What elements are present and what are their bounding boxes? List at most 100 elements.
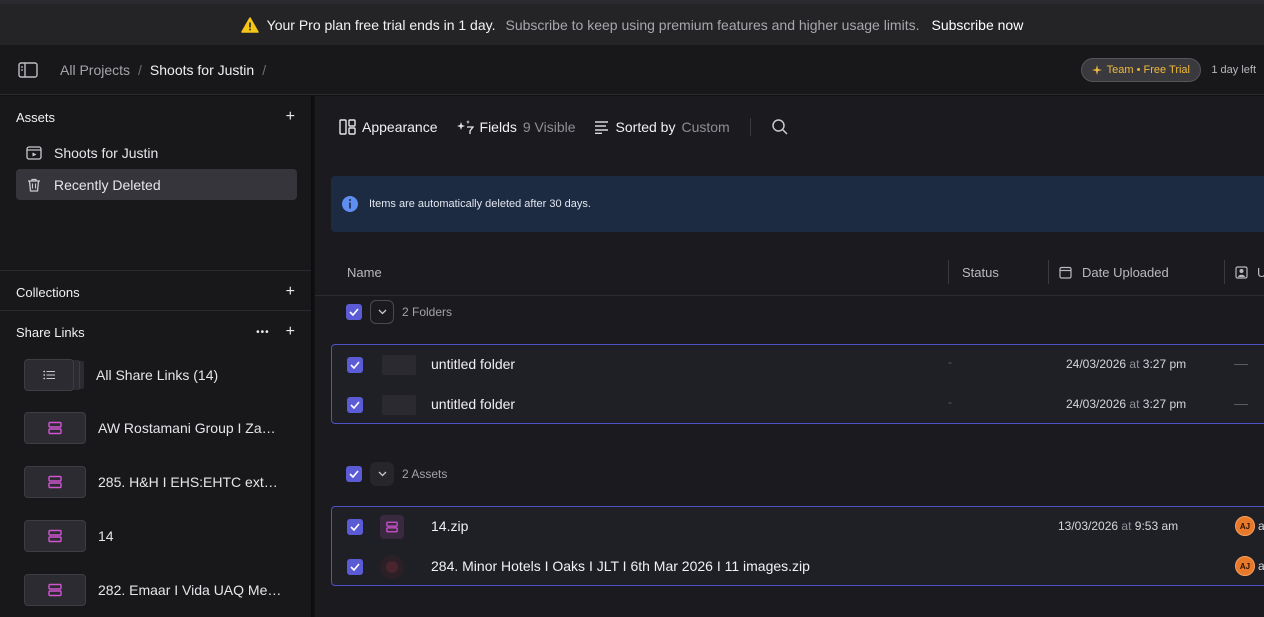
row-date-value: 24/03/2026 [1066,397,1127,411]
add-asset-button[interactable]: + [286,109,295,125]
archive-icon [386,521,398,533]
breadcrumb-separator: / [138,61,142,78]
sort-lines-icon [594,121,608,134]
collapse-folders-button[interactable] [370,300,394,324]
trial-banner: Your Pro plan free trial ends in 1 day. … [0,4,1264,45]
folder-thumbnail [382,355,416,375]
select-assets-checkbox[interactable] [346,466,362,482]
column-resize-handle[interactable] [948,260,949,284]
row-date-value: 13/03/2026 [1058,519,1119,533]
collapse-assets-button[interactable] [370,462,394,486]
column-resize-handle[interactable] [1224,260,1225,284]
table-row[interactable]: 284. Minor Hotels I Oaks I JLT I 6th Mar… [332,547,1264,587]
check-icon [349,308,359,316]
collections-section-header: Collections + [16,284,295,300]
column-uploader[interactable]: U [1257,265,1264,280]
share-link-label: AW Rostamani Group I Zam ... [98,420,283,436]
fields-button[interactable]: Fields 9 Visible [456,119,576,135]
column-name[interactable]: Name [347,265,382,280]
share-link-label: 285. H&H I EHS:EHTC exteri... [98,474,283,490]
sidebar-item-recently-deleted[interactable]: Recently Deleted [16,169,297,200]
share-link-label: 282. Emaar I Vida UAQ Meeti... [98,582,283,598]
share-link-item[interactable]: AW Rostamani Group I Zam ... [24,410,304,446]
sort-button[interactable]: Sorted by Custom [594,119,730,135]
banner-message: Your Pro plan free trial ends in 1 day. [266,16,496,33]
select-folders-checkbox[interactable] [346,304,362,320]
appearance-button[interactable]: Appearance [339,119,438,135]
check-icon [349,470,359,478]
fields-label: Fields [479,119,517,135]
row-checkbox[interactable] [347,559,363,575]
add-collection-button[interactable]: + [286,284,295,300]
auto-delete-text: Items are automatically deleted after 30… [369,198,591,210]
sidebar-item-label: Shoots for Justin [54,144,159,161]
info-icon [342,196,358,212]
column-date-uploaded[interactable]: Date Uploaded [1082,265,1169,280]
row-time-value: 9:53 am [1134,519,1179,533]
share-link-thumbnail [24,412,86,444]
banner-submessage: Subscribe to keep using premium features… [505,16,920,33]
share-link-label: 14 [98,528,114,544]
table-row[interactable]: untitled folder - 24/03/2026 at 3:27 pm [332,385,1264,425]
breadcrumb-separator: / [262,61,267,78]
sidebar-toggle-icon[interactable] [18,61,38,78]
fields-sparkle-icon [456,120,474,134]
share-link-item[interactable]: 285. H&H I EHS:EHTC exteri... [24,464,304,500]
table-row[interactable]: untitled folder - 24/03/2026 at 3:27 pm [332,345,1264,385]
sparkle-icon [1091,65,1102,75]
row-time-value: 3:27 pm [1142,397,1187,411]
share-link-item[interactable]: 282. Emaar I Vida UAQ Meeti... [24,572,304,608]
archive-icon [48,475,62,489]
sidebar-divider [0,310,311,311]
add-share-link-button[interactable]: + [286,324,295,340]
project-icon [26,145,42,160]
share-link-thumbnail [24,359,74,391]
assets-section-header: Assets + [16,109,295,125]
user-icon [1235,266,1248,279]
check-icon [350,361,360,369]
sorted-by-label: Sorted by [615,119,676,135]
row-checkbox[interactable] [347,397,363,413]
table-row[interactable]: 14.zip 13/03/2026 at 9:53 am AJ a [332,507,1264,547]
row-time-value: 3:27 pm [1142,357,1187,371]
assets-section-title: Assets [16,109,56,125]
warning-icon [240,16,259,33]
row-date-at: at [1129,397,1140,411]
column-status[interactable]: Status [962,265,999,280]
share-links-more-button[interactable]: ••• [256,327,270,338]
calendar-icon [1059,266,1072,279]
row-checkbox[interactable] [347,519,363,535]
collections-section-title: Collections [16,284,80,300]
chevron-down-icon [378,309,386,315]
uploader-avatar[interactable]: AJ [1235,556,1255,576]
check-icon [350,563,360,571]
search-icon[interactable] [771,118,789,136]
folder-thumbnail [382,395,416,415]
share-link-label: All Share Links (14) [96,367,219,383]
share-link-all[interactable]: All Share Links (14) [24,357,304,393]
column-resize-handle[interactable] [1048,260,1049,284]
row-checkbox[interactable] [347,357,363,373]
row-name: untitled folder [431,396,516,412]
layout-icon [339,119,356,135]
days-left-text: 1 day left [1211,64,1256,76]
archive-icon [48,583,62,597]
breadcrumb-current-project[interactable]: Shoots for Justin [150,62,254,78]
assets-group-label: 2 Assets [402,467,448,481]
row-date: 24/03/2026 at 3:27 pm [1066,357,1186,371]
share-link-item[interactable]: 14 [24,518,304,554]
subscribe-now-link[interactable]: Subscribe now [931,17,1023,33]
team-free-trial-badge[interactable]: Team • Free Trial [1080,58,1201,82]
asset-thumbnail [380,555,404,579]
breadcrumb-all-projects[interactable]: All Projects [60,62,130,78]
row-uploader-empty [1234,404,1248,405]
uploader-avatar[interactable]: AJ [1235,516,1255,536]
check-icon [350,523,360,531]
sorted-by-value: Custom [681,119,730,135]
row-date: 24/03/2026 at 3:27 pm [1066,397,1186,411]
row-uploader-empty [1234,364,1248,365]
archive-icon [48,421,62,435]
top-header: All Projects / Shoots for Justin / Team … [0,45,1264,95]
archive-icon [48,529,62,543]
sidebar-item-shoots-for-justin[interactable]: Shoots for Justin [16,137,297,168]
